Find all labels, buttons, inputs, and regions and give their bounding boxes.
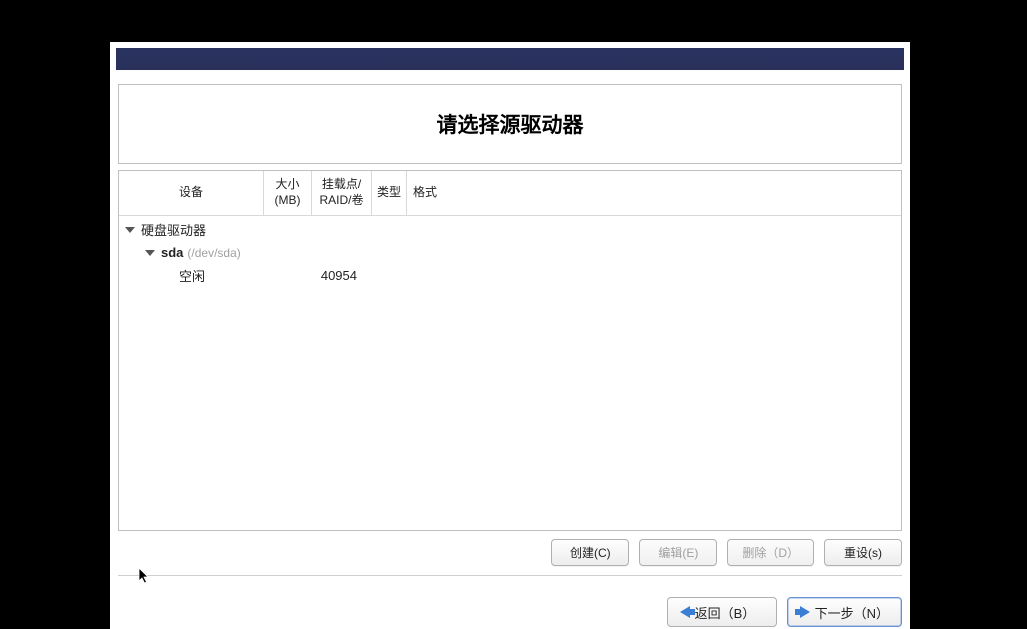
tree-row-hard-drives[interactable]: 硬盘驱动器 [119,218,901,241]
tree-row-free[interactable]: 空闲 40954 [119,264,901,287]
partition-size: 40954 [259,268,357,283]
next-label: 下一步（N） [815,603,889,622]
back-label: 返回（B） [695,603,756,622]
divider [118,575,902,576]
partition-table: 设备 大小(MB) 挂载点/RAID/卷 类型 格式 硬盘驱动器 sda [118,170,902,531]
back-button[interactable]: 返回（B） [667,597,777,627]
tree-body: 硬盘驱动器 sda (/dev/sda) 空闲 40954 [119,216,901,287]
title-panel: 请选择源驱动器 [118,84,902,164]
next-button[interactable]: 下一步（N） [787,597,902,627]
reset-button[interactable]: 重设(s) [824,539,902,566]
table-header: 设备 大小(MB) 挂载点/RAID/卷 类型 格式 [119,171,901,216]
arrow-right-icon [800,606,810,618]
col-size[interactable]: 大小(MB) [264,171,312,215]
create-button[interactable]: 创建(C) [551,539,629,566]
header-band [116,48,904,70]
disk-name: sda [161,245,183,260]
page-title: 请选择源驱动器 [437,109,584,139]
installer-window: 请选择源驱动器 设备 大小(MB) 挂载点/RAID/卷 类型 格式 硬盘驱动器 [110,42,910,629]
col-mount[interactable]: 挂载点/RAID/卷 [312,171,372,215]
col-device[interactable]: 设备 [119,171,264,215]
col-format[interactable]: 格式 [407,171,443,215]
expand-icon[interactable] [125,225,135,235]
col-type[interactable]: 类型 [372,171,407,215]
expand-icon[interactable] [145,248,155,258]
nav-buttons: 返回（B） 下一步（N） [118,597,902,627]
delete-button: 删除（D） [727,539,814,566]
tree-row-sda[interactable]: sda (/dev/sda) [119,241,901,264]
disk-path: (/dev/sda) [187,246,240,260]
toolbar-buttons: 创建(C) 编辑(E) 删除（D） 重设(s) [118,539,902,569]
partition-name: 空闲 [179,266,259,285]
arrow-left-icon [680,606,690,618]
edit-button: 编辑(E) [639,539,717,566]
tree-label-root: 硬盘驱动器 [141,220,206,239]
